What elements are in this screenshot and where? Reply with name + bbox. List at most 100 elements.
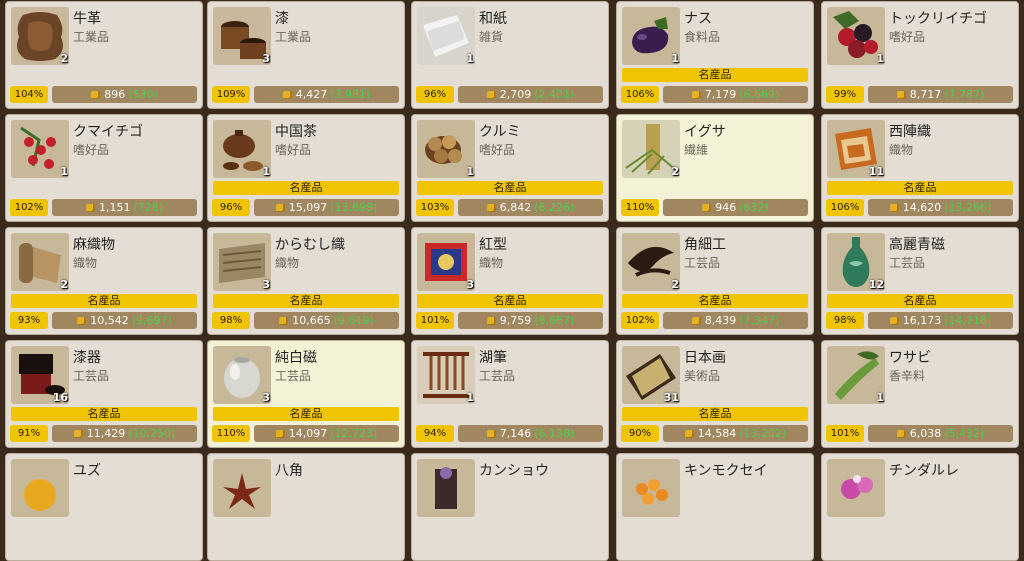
goods-card[interactable]: チンダルレ — [821, 453, 1019, 561]
price-bar: 15,097 (13,698) — [254, 199, 399, 216]
current-price: 15,097 — [288, 201, 328, 214]
current-price: 14,584 — [697, 427, 737, 440]
goods-card[interactable]: 2 牛革 工業品 104% 896 (530) — [5, 1, 203, 109]
quantity-badge: 1 — [466, 52, 474, 65]
goods-name: 和紙 — [479, 11, 507, 27]
goods-category: 織物 — [479, 256, 504, 270]
current-price: 16,173 — [902, 314, 942, 327]
base-price: (13,202) — [739, 427, 787, 440]
goods-category: 工芸品 — [479, 369, 516, 383]
quantity-badge: 1 — [671, 52, 679, 65]
base-price: (9,697) — [131, 314, 172, 327]
goods-category: 織物 — [73, 256, 98, 270]
price-percent-badge: 106% — [826, 199, 864, 216]
goods-name: チンダルレ — [889, 463, 959, 479]
price-percent-badge: 110% — [212, 425, 250, 442]
goods-name: 高麗青磁 — [889, 237, 945, 253]
goods-category: 食料品 — [684, 30, 721, 44]
goods-name: 漆器 — [73, 350, 101, 366]
price-bar: 2,709 (2,401) — [458, 86, 603, 103]
price-bar: 6,038 (5,432) — [868, 425, 1013, 442]
specialty-badge: 名産品 — [417, 181, 603, 195]
base-price: (10,250) — [128, 427, 176, 440]
goods-card[interactable]: 1 湖筆 工芸品 94% 7,146 (6,138) — [411, 340, 609, 448]
goods-card[interactable]: 1 中国茶 嗜好品 名産品 96% 15,097 (13,698) — [207, 114, 405, 222]
quantity-badge: 16 — [52, 391, 68, 404]
price-percent-badge: 94% — [416, 425, 454, 442]
coin-icon — [77, 317, 87, 325]
goods-card[interactable]: 1 ワサビ 香辛料 101% 6,038 (5,432) — [821, 340, 1019, 448]
goods-category: 嗜好品 — [479, 143, 516, 157]
goods-name: 湖筆 — [479, 350, 507, 366]
goods-card[interactable]: 16 漆器 工芸品 名産品 91% 11,429 (10,250) — [5, 340, 203, 448]
goods-card[interactable]: 2 麻織物 織物 名産品 93% 10,542 (9,697) — [5, 227, 203, 335]
quantity-badge: 3 — [262, 278, 270, 291]
base-price: (14,218) — [944, 314, 992, 327]
quantity-badge: 3 — [262, 52, 270, 65]
goods-name: クマイチゴ — [73, 124, 143, 140]
coin-icon — [275, 204, 285, 212]
goods-card[interactable]: 八角 — [207, 453, 405, 561]
goods-card[interactable]: 11 西陣織 織物 名産品 106% 14,620 (13,266) — [821, 114, 1019, 222]
raspberry-icon: 1 — [827, 7, 885, 65]
specialty-badge: 名産品 — [417, 294, 603, 308]
goods-card[interactable]: キンモクセイ — [616, 453, 814, 561]
goods-category: 織物 — [889, 143, 914, 157]
quantity-badge: 2 — [671, 165, 679, 178]
coin-icon — [691, 317, 701, 325]
specialty-badge: 名産品 — [213, 407, 399, 421]
quantity-badge: 11 — [868, 165, 884, 178]
goods-card[interactable]: 3 漆工業品 109% 4,427 (3,981) — [207, 1, 405, 109]
goods-card[interactable]: 31 日本画 美術品 名産品 90% 14,584 (13,202) — [616, 340, 814, 448]
goods-card[interactable]: 3 紅型 織物 名産品 101% 9,759 (8,667) — [411, 227, 609, 335]
price-percent-badge: 98% — [212, 312, 250, 329]
goods-card[interactable]: 1 和紙 雑貨 96% 2,709 (2,401) — [411, 1, 609, 109]
goods-category: 香辛料 — [889, 369, 926, 383]
goods-name: イグサ — [684, 124, 726, 140]
specialty-badge: 名産品 — [827, 294, 1013, 308]
goods-card[interactable]: 2 角細工 工芸品 名産品 102% 8,439 (7,347) — [616, 227, 814, 335]
celadon-vase-icon: 12 — [827, 233, 885, 291]
current-price: 6,038 — [909, 427, 942, 440]
goods-card[interactable]: ユズ — [5, 453, 203, 561]
goods-card[interactable]: カンショウ — [411, 453, 609, 561]
goods-name: カンショウ — [479, 463, 549, 479]
price-percent-badge: 109% — [212, 86, 250, 103]
coin-icon — [275, 430, 285, 438]
price-bar: 9,759 (8,667) — [458, 312, 603, 329]
price-bar: 8,717 (7,787) — [868, 86, 1013, 103]
current-price: 8,717 — [909, 88, 942, 101]
price-bar: 11,429 (10,250) — [52, 425, 197, 442]
goods-category: 繊維 — [684, 143, 709, 157]
base-price: (5,432) — [944, 427, 985, 440]
goods-card[interactable]: 3 からむし織 織物 名産品 98% 10,665 (9,619) — [207, 227, 405, 335]
goods-name: からむし織 — [275, 237, 345, 253]
quantity-badge: 1 — [876, 391, 884, 404]
coin-icon — [73, 430, 83, 438]
brush-rack-icon: 1 — [417, 346, 475, 404]
goods-card[interactable]: 3 純白磁 工芸品 名産品 110% 14,097 (12,723) — [207, 340, 405, 448]
coin-icon — [486, 317, 496, 325]
goods-card[interactable]: 1 トックリイチゴ 嗜好品 99% 8,717 (7,787) — [821, 1, 1019, 109]
goods-card[interactable]: 1 クマイチゴ 嗜好品 102% 1,151 (728) — [5, 114, 203, 222]
goods-card[interactable]: 1 クルミ 嗜好品 名産品 103% 6,842 (6,226) — [411, 114, 609, 222]
goods-name: 日本画 — [684, 350, 726, 366]
goods-card[interactable]: 1 ナス 食料品 名産品 106% 7,179 (6,669) — [616, 1, 814, 109]
quantity-badge: 1 — [60, 165, 68, 178]
wasabi-icon: 1 — [827, 346, 885, 404]
base-price: (13,266) — [944, 201, 992, 214]
goods-card[interactable]: 12 高麗青磁 工芸品 名産品 98% 16,173 (14,218) — [821, 227, 1019, 335]
price-percent-badge: 104% — [10, 86, 48, 103]
goods-name: 八角 — [275, 463, 303, 479]
goods-card[interactable]: 2 イグサ 繊維 110% 946 (632) — [616, 114, 814, 222]
coin-icon — [282, 91, 292, 99]
price-percent-badge: 99% — [826, 86, 864, 103]
trade-goods-grid: 2 牛革 工業品 104% 896 (530) 3 漆工業品 109% 4,427 (3,981) 1… — [0, 0, 1024, 561]
specialty-badge: 名産品 — [11, 294, 197, 308]
current-price: 946 — [715, 201, 737, 214]
goods-name: キンモクセイ — [684, 463, 768, 479]
specialty-badge: 名産品 — [622, 294, 808, 308]
specialty-badge: 名産品 — [213, 294, 399, 308]
current-price: 7,179 — [704, 88, 737, 101]
price-percent-badge: 96% — [212, 199, 250, 216]
